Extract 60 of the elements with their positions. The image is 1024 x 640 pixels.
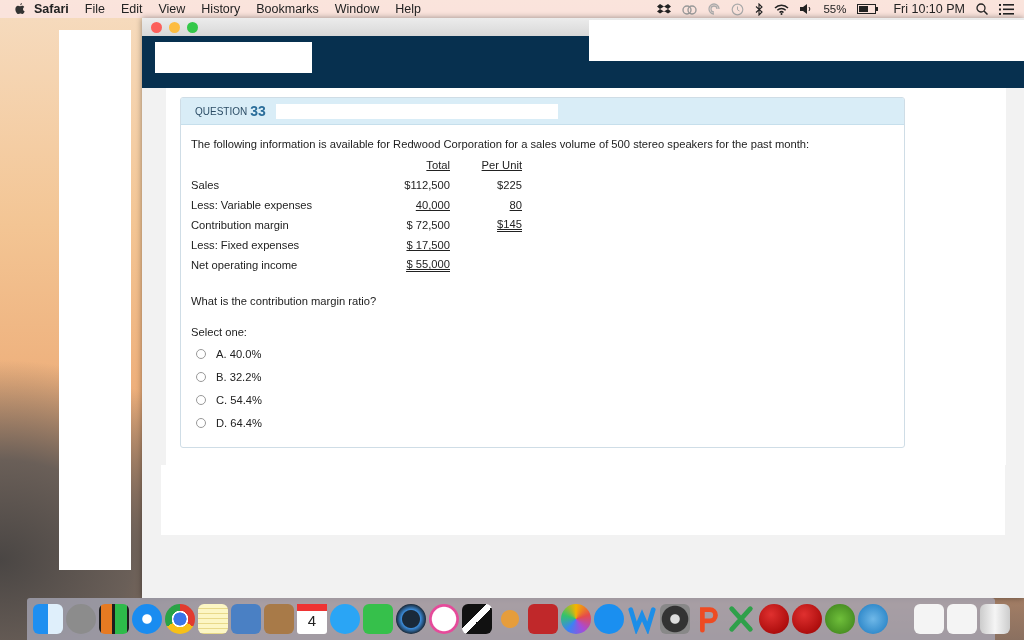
letter-x-icon[interactable] (726, 604, 756, 634)
answer-option[interactable]: C. 54.4% (216, 393, 263, 406)
question-prompt: What is the contribution margin ratio? (191, 295, 378, 307)
calendar-icon[interactable]: 4 (297, 604, 327, 634)
select-one-label: Select one: (191, 326, 248, 338)
menu-item[interactable]: Window (326, 2, 388, 16)
row-label: Sales (191, 179, 220, 191)
answer-option[interactable]: A. 40.0% (216, 347, 262, 360)
ball-logo-icon[interactable] (792, 604, 822, 634)
amount-cell: $ 17,500 (406, 239, 450, 251)
browser-window-thumbnail[interactable] (947, 604, 977, 634)
ball-logo-icon[interactable] (759, 604, 789, 634)
column-header: Per Unit (481, 159, 522, 171)
amount-cell: $ 72,500 (406, 219, 450, 231)
amount-cell: $145 (497, 218, 522, 232)
row-label: Net operating income (191, 259, 299, 271)
answer-option[interactable]: D. 64.4% (216, 416, 263, 429)
bluetooth-icon[interactable] (755, 2, 764, 16)
menu-item[interactable]: Bookmarks (248, 2, 327, 16)
zoom-button[interactable] (187, 21, 198, 33)
row-label: Less: Fixed expenses (191, 239, 301, 251)
row-label: Contribution margin (191, 219, 290, 231)
abstract-logo-icon[interactable] (462, 604, 492, 634)
amount-cell: $ 55,000 (406, 258, 450, 272)
answer-option[interactable]: B. 32.2% (216, 370, 262, 383)
browser-window-thumbnail[interactable] (914, 604, 944, 634)
menu-item[interactable]: Help (387, 2, 429, 16)
menu-item[interactable]: View (150, 2, 194, 16)
menu-item[interactable]: History (193, 2, 249, 16)
question-text: The following information is available for Redwood Corporation for a sales volume of 500 stereo speakers for the past month: (191, 138, 811, 150)
volume-icon[interactable] (800, 4, 813, 14)
radio-button[interactable] (196, 371, 206, 382)
menu-item[interactable]: Edit (112, 2, 151, 16)
dropbox-icon[interactable] (657, 3, 672, 15)
radio-button[interactable] (196, 417, 206, 428)
question-label: QUESTION (195, 105, 248, 117)
chrome-icon[interactable] (165, 604, 195, 634)
question-number: 33 (250, 103, 266, 119)
menu-item[interactable]: File (76, 2, 113, 16)
radio-button[interactable] (196, 394, 206, 405)
wifi-icon[interactable] (774, 3, 790, 15)
apple-logo-icon[interactable] (14, 2, 26, 16)
app-menu[interactable]: Safari (26, 2, 77, 16)
search-icon[interactable] (976, 3, 988, 15)
window-grid-icon[interactable] (99, 604, 129, 634)
close-button[interactable] (151, 21, 162, 33)
notepad-icon[interactable] (198, 604, 228, 634)
notification-list-icon[interactable] (999, 3, 1014, 15)
amount-cell: $225 (497, 179, 522, 191)
radio-button[interactable] (196, 348, 206, 359)
column-header: Total (426, 159, 450, 171)
row-label: Less: Variable expenses (191, 199, 314, 211)
battery-percentage[interactable]: 55% (823, 3, 847, 15)
amount-cell: 80 (509, 199, 522, 211)
amount-cell: $112,500 (404, 179, 450, 191)
amount-cell: 40,000 (415, 199, 450, 211)
minimize-button[interactable] (169, 21, 180, 33)
menu-bar-clock[interactable]: Fri 10:10 PM (893, 2, 965, 16)
clock-history-icon[interactable] (731, 2, 745, 16)
battery-icon[interactable] (857, 4, 879, 14)
